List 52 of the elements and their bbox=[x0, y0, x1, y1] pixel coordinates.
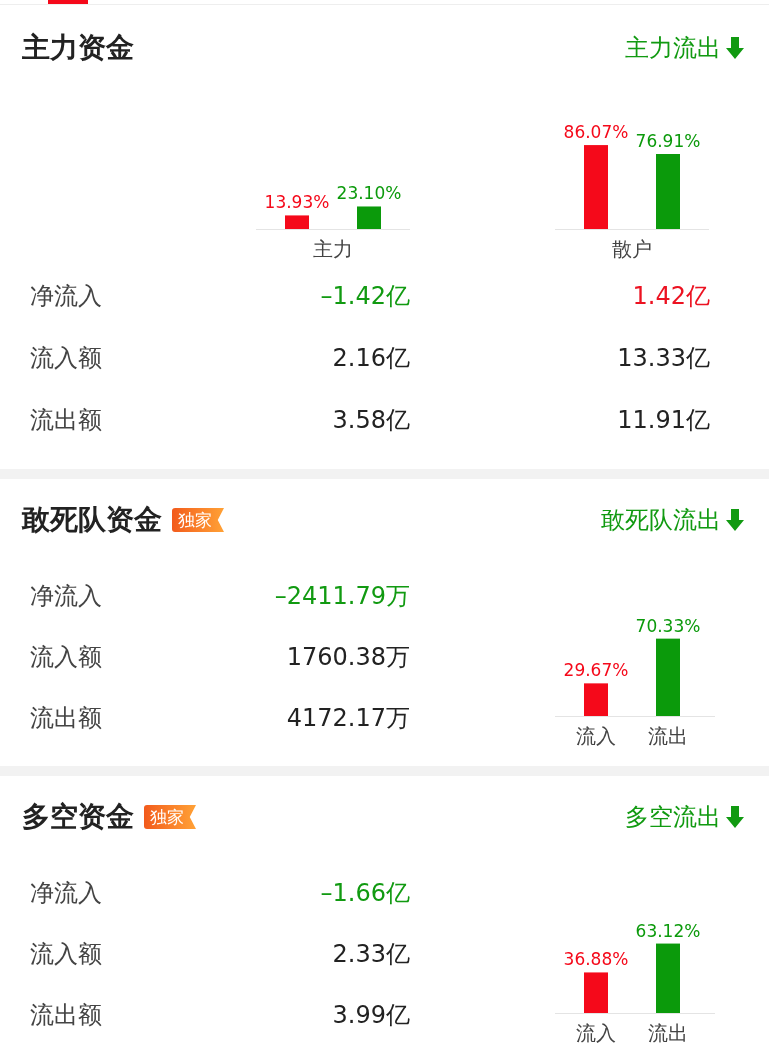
value-text: 13.33亿 bbox=[617, 343, 710, 374]
bar-value-label: 63.12% bbox=[635, 920, 701, 941]
value-text: 1.42亿 bbox=[632, 281, 710, 312]
tab-indicator bbox=[48, 0, 88, 4]
exclusive-badge: 独家 bbox=[144, 805, 196, 829]
value-text: 3.99亿 bbox=[332, 999, 410, 1031]
bar-value-label: 13.93% bbox=[264, 192, 330, 213]
bar bbox=[357, 206, 381, 229]
value-text: 2.16亿 bbox=[332, 343, 410, 374]
value-text: 11.91亿 bbox=[617, 405, 710, 436]
row-label: 净流入 bbox=[30, 281, 103, 312]
section-title: 主力资金 bbox=[22, 30, 134, 66]
row-label: 流出额 bbox=[30, 702, 103, 734]
category-label: 流出 bbox=[648, 724, 688, 746]
bar-value-label: 70.33% bbox=[635, 615, 701, 636]
bar-value-label: 29.67% bbox=[563, 660, 629, 681]
row-label: 净流入 bbox=[30, 580, 103, 612]
bar-value-label: 23.10% bbox=[336, 183, 402, 204]
section-title: 多空资金 bbox=[22, 799, 134, 835]
direction-link[interactable]: 主力流出 bbox=[625, 30, 745, 66]
bar-value-label: 36.88% bbox=[563, 949, 629, 970]
arrow-down-icon bbox=[725, 805, 745, 829]
bar bbox=[584, 972, 608, 1013]
category-label: 流入 bbox=[576, 724, 616, 746]
bar-value-label: 76.91% bbox=[635, 131, 701, 151]
value-text: –1.42亿 bbox=[320, 281, 410, 312]
value-text: 1760.38万 bbox=[286, 641, 410, 673]
value-text: 4172.17万 bbox=[286, 702, 410, 734]
bar bbox=[584, 683, 608, 716]
arrow-down-icon bbox=[725, 36, 745, 60]
bar bbox=[656, 943, 680, 1013]
row-label: 流出额 bbox=[30, 405, 103, 436]
value-text: 3.58亿 bbox=[332, 405, 410, 436]
exclusive-badge: 独家 bbox=[172, 508, 224, 532]
row-label: 流入额 bbox=[30, 641, 103, 673]
row-label: 流出额 bbox=[30, 999, 103, 1031]
value-text: –1.66亿 bbox=[320, 877, 410, 909]
bar bbox=[285, 215, 309, 229]
category-label: 主力 bbox=[313, 237, 353, 261]
category-label: 散户 bbox=[612, 237, 652, 261]
direction-link[interactable]: 多空流出 bbox=[625, 799, 745, 835]
arrow-down-icon bbox=[725, 508, 745, 532]
row-label: 流入额 bbox=[30, 343, 103, 374]
category-label: 流出 bbox=[648, 1021, 688, 1043]
row-label: 净流入 bbox=[30, 877, 103, 909]
section-title: 敢死队资金 bbox=[22, 502, 162, 538]
value-text: –2411.79万 bbox=[274, 580, 410, 612]
bar-value-label: 86.07% bbox=[563, 122, 629, 143]
direction-link[interactable]: 敢死队流出 bbox=[601, 502, 745, 538]
category-label: 流入 bbox=[576, 1021, 616, 1043]
row-label: 流入额 bbox=[30, 938, 103, 970]
value-text: 2.33亿 bbox=[332, 938, 410, 970]
